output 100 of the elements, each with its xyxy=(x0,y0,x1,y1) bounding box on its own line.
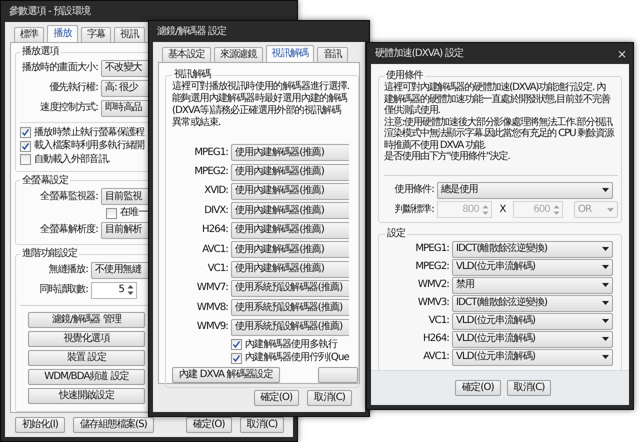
codec-label: WMV8: xyxy=(196,302,228,314)
dropdown[interactable]: 使用內建解碼器(推薦) xyxy=(231,202,349,220)
field-label: 使用條件: xyxy=(394,184,434,196)
checkbox-label: 內建解碼器使用多執行 xyxy=(245,338,338,351)
tab[interactable]: 來源濾鏡 xyxy=(214,47,263,62)
dropdown[interactable]: 即時高品 xyxy=(101,100,148,116)
dropdown[interactable]: 使用系統預設解碼器(推薦) xyxy=(231,280,349,297)
dialog-button[interactable]: 取消(C) xyxy=(506,380,552,396)
codec-label: H264: xyxy=(201,224,228,236)
checkbox[interactable] xyxy=(231,339,242,350)
codec-label: WMV2: xyxy=(416,279,449,292)
description-text: 渲染模式中無法顯示字幕.因此當您有充足的 CPU 剩餘資源 xyxy=(384,128,615,140)
group-title: 播放選項 xyxy=(21,46,60,58)
field-label: 無縫播放: xyxy=(48,264,88,276)
checkbox[interactable] xyxy=(106,208,117,219)
caret-icon xyxy=(602,247,609,252)
times-label: X xyxy=(498,204,507,216)
group-title: 視訊解碼 xyxy=(173,69,212,80)
field-label: 優先執行權: xyxy=(48,82,98,94)
group-title: 設定 xyxy=(386,228,406,240)
dropdown[interactable]: 禁用 xyxy=(452,276,613,294)
spin-arrows-icon xyxy=(552,202,561,217)
tab[interactable]: 視訊解碼 xyxy=(266,45,314,62)
dropdown[interactable]: 使用內建解碼器(推薦) xyxy=(231,144,349,162)
codec-label: MPEG1: xyxy=(414,243,449,256)
field-label: 判斷標準: xyxy=(394,204,434,216)
dropdown[interactable]: VLD(位元串流解碼) xyxy=(452,348,613,366)
spin-arrows-icon xyxy=(481,202,490,217)
dropdown[interactable]: 使用系統預設解碼器(推薦) xyxy=(231,299,349,316)
description-text: 這裡可對內建解碼器的硬體加速(DXVA)功能進行設定. 內 xyxy=(384,82,606,94)
dialog-button[interactable]: 儲存組態檔案(S) xyxy=(72,417,154,433)
dropdown[interactable]: 使用內建解碼器(推薦) xyxy=(231,164,349,181)
codec-label: AVC1: xyxy=(422,351,449,364)
dropdown[interactable]: VLD(位元串流解碼) xyxy=(452,258,613,276)
checkbox[interactable] xyxy=(20,140,31,152)
tab[interactable]: 播放 xyxy=(47,25,78,42)
codec-label: WMV3: xyxy=(416,297,449,310)
dropdown[interactable]: 不改變大 xyxy=(101,60,148,76)
tab[interactable]: 基本設定 xyxy=(162,47,211,62)
dropdown[interactable]: 使用內建解碼器(推薦) xyxy=(231,182,349,200)
window-title: 硬體加速(DXVA) 設定 xyxy=(375,48,464,60)
settings-button[interactable]: 濾鏡/解碼器 管理 xyxy=(28,312,145,328)
codec-label: DIVX: xyxy=(203,204,228,217)
dropdown[interactable]: VLD(位元串流解碼) xyxy=(452,330,613,348)
checkbox[interactable] xyxy=(20,127,31,138)
tab[interactable]: 視訊 xyxy=(114,27,145,42)
dialog-button[interactable]: 確定(O) xyxy=(254,390,300,406)
codec-label: MPEG2: xyxy=(414,261,449,274)
codec-label: AVC1: xyxy=(201,244,228,256)
dropdown[interactable]: 使用內建解碼器(推薦) xyxy=(231,260,349,278)
window-title: 濾鏡/解碼器 設定 xyxy=(157,26,226,38)
tab[interactable]: 字幕 xyxy=(80,27,112,42)
caret-icon xyxy=(602,319,609,324)
description-text: 注意:使用硬體加速後大部分影像處理將無法工作.部分視訊 xyxy=(384,116,614,128)
dialog-button[interactable]: 確定(O) xyxy=(186,417,232,433)
group-title: 使用條件 xyxy=(385,70,424,82)
checkbox[interactable] xyxy=(20,154,31,166)
description-text: 僅供測試使用. xyxy=(384,105,441,116)
tab[interactable]: 標準 xyxy=(14,27,44,42)
description-text: 能夠選用內建解碼器時最好選用內建的解碼 xyxy=(172,93,348,104)
dropdown[interactable]: VLD(位元串流解碼) xyxy=(452,312,613,330)
settings-button[interactable]: 快速開啟設定 xyxy=(28,388,145,404)
settings-button[interactable]: 視覺化選項 xyxy=(28,331,145,347)
dropdown[interactable]: 使用系統預設解碼器(推薦) xyxy=(231,318,349,336)
number-field[interactable]: 5 xyxy=(91,282,137,298)
tab[interactable]: 音訊 xyxy=(317,47,348,62)
dropdown[interactable]: 目前監視 xyxy=(101,188,148,205)
description-text: 這裡可對播放視訊時使用的解碼器進行選擇. xyxy=(172,81,350,92)
group-title: 進階功能設定 xyxy=(21,248,78,260)
checkbox-label: 播放時禁止執行螢幕保護程 xyxy=(34,126,144,139)
settings-button[interactable]: 裝置 設定 xyxy=(28,350,145,366)
dialog-button[interactable] xyxy=(318,366,358,383)
spin-arrows-icon xyxy=(126,283,135,297)
dxva-settings-button[interactable]: 內建 DXVA 解碼器設定 xyxy=(172,366,280,383)
dropdown[interactable]: 使用內建解碼器(推薦) xyxy=(231,222,349,239)
checkbox-label: 載入檔案時利用多執行緒開 xyxy=(34,140,144,152)
caret-icon xyxy=(602,265,609,270)
dropdown[interactable]: 使用內建解碼器(推薦) xyxy=(231,241,349,258)
dialog-button[interactable]: 確定(O) xyxy=(455,380,501,396)
codec-label: WMV7: xyxy=(196,282,228,294)
caret-icon xyxy=(602,283,609,288)
dropdown[interactable]: 不使用無縫 xyxy=(91,262,148,278)
checkbox-label: 內建解碼器使用佇列(Que xyxy=(245,352,349,364)
settings-button[interactable]: WDM/BDA頻道 設定 xyxy=(28,369,145,385)
caret-icon xyxy=(602,337,609,342)
field-label: 速度控制方式: xyxy=(39,102,98,114)
dropdown[interactable]: 總是使用 xyxy=(437,182,613,199)
group-title: 全螢幕設定 xyxy=(21,174,70,186)
checkbox[interactable] xyxy=(231,352,242,364)
dropdown[interactable]: 目前解析 xyxy=(101,222,148,238)
dialog-button[interactable]: 取消(C) xyxy=(240,417,284,433)
dropdown[interactable]: IDCT(離散餘弦逆變換) xyxy=(452,294,613,312)
dialog-button[interactable]: 初始化(I) xyxy=(15,417,65,433)
caret-icon xyxy=(602,188,609,192)
field-label: 播放時的畫面大小: xyxy=(20,62,98,74)
dialog-button[interactable]: 取消(C) xyxy=(307,390,352,406)
dropdown[interactable]: IDCT(離散餘弦逆變換) xyxy=(452,240,613,258)
codec-label: MPEG2: xyxy=(193,166,228,178)
dropdown[interactable]: 高: 很少 xyxy=(101,80,148,96)
close-button[interactable]: × xyxy=(614,46,629,60)
